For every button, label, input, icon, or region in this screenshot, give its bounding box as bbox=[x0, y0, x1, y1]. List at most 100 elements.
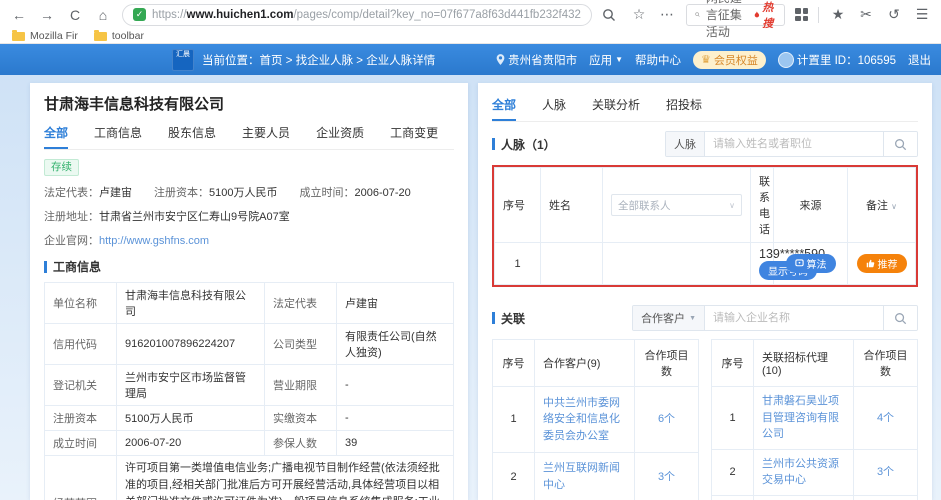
tab-business-info[interactable]: 工商信息 bbox=[94, 121, 142, 149]
bookmark-folder-toolbar[interactable]: toolbar bbox=[93, 29, 144, 42]
back-icon[interactable]: ← bbox=[10, 7, 28, 23]
tab-shareholders[interactable]: 股东信息 bbox=[168, 121, 216, 149]
apps-grid-icon[interactable] bbox=[795, 8, 809, 21]
section-business-info: 工商信息 bbox=[44, 258, 454, 275]
chevron-down-icon: ▼ bbox=[615, 55, 624, 64]
bidding-agents-table: 序号 关联招标代理(10) 合作项目数 1 甘肃磐石昊业项目管理咨询有限公司 4个 … bbox=[711, 339, 918, 500]
company-address-line: 注册地址：甘肃省兰州市安宁区仁寿山9号院A07室 bbox=[44, 211, 290, 223]
bookmarks-bar: Mozilla Fir toolbar bbox=[0, 29, 941, 44]
location-selector[interactable]: 贵州省贵阳市 bbox=[496, 52, 577, 68]
quick-search-box[interactable]: 网民建言征集活动 热搜 bbox=[686, 0, 786, 39]
tab-bidding[interactable]: 招投标 bbox=[666, 93, 702, 121]
avatar bbox=[777, 51, 794, 68]
assoc-search-prefix[interactable]: 合作客户 ▼ bbox=[633, 306, 705, 330]
company-summary-line: 法定代表：卢建宙 注册资本：5100万人民币 成立时间：2006-07-20 bbox=[44, 187, 411, 199]
table-row: 2 兰州市公共资源交易中心 3个 bbox=[711, 448, 918, 496]
table-row: 成立时间 2006-07-20 参保人数 39 bbox=[44, 430, 454, 456]
user-id-text: 计置里 ID：106595 bbox=[796, 54, 896, 67]
undo-icon[interactable]: ↺ bbox=[885, 6, 903, 23]
user-account[interactable]: 计置里 ID：106595 bbox=[777, 51, 896, 68]
source-badge: 算法 bbox=[785, 254, 836, 273]
contact-filter-dropdown[interactable]: 全部联系人 ∨ bbox=[611, 194, 742, 216]
assoc-tables: 序号 合作客户(9) 合作项目数 1 中共兰州市委网络安全和信息化委员会办公室 6个… bbox=[492, 339, 918, 500]
scissors-icon[interactable]: ✂ bbox=[857, 6, 875, 23]
contacts-search-prefix[interactable]: 人脉 bbox=[666, 132, 705, 156]
project-count-link[interactable]: 3个 bbox=[634, 452, 699, 500]
url-text: https://www.huichen1.com/pages/comp/deta… bbox=[152, 8, 581, 21]
bookmark-star-icon[interactable]: ☆ bbox=[630, 6, 648, 23]
company-link[interactable]: 兰州互联网新闻中心 bbox=[534, 452, 635, 500]
address-bar[interactable]: ✓ https://www.huichen1.com/pages/comp/de… bbox=[122, 3, 592, 26]
company-link[interactable]: 甘肃金佰阳项目管理有限公司 bbox=[753, 494, 854, 500]
recommend-badge: 推荐 bbox=[856, 254, 907, 273]
favorite-add-icon[interactable]: ★ bbox=[829, 6, 847, 23]
assoc-search-button[interactable] bbox=[883, 306, 917, 330]
menu-icon[interactable]: ☰ bbox=[913, 6, 931, 23]
vip-benefits-button[interactable]: ♛ 会员权益 bbox=[693, 50, 766, 69]
website-link[interactable]: http://www.gshfns.com bbox=[99, 235, 209, 247]
company-link[interactable]: 中共兰州市委网络安全和信息化委员会办公室 bbox=[534, 385, 635, 454]
section-assoc-title: 关联 bbox=[492, 310, 525, 327]
bookmark-folder-mozilla[interactable]: Mozilla Fir bbox=[12, 29, 78, 42]
company-detail-panel: 甘肃海丰信息科技有限公司 全部 工商信息 股东信息 主要人员 企业资质 工商变更… bbox=[30, 83, 468, 500]
site-logo[interactable]: 汇晨 bbox=[172, 48, 194, 71]
company-link[interactable]: 甘肃磐石昊业项目管理咨询有限公司 bbox=[753, 386, 854, 450]
hot-search-badge: 热搜 bbox=[754, 0, 776, 31]
tab-changes[interactable]: 工商变更 bbox=[390, 121, 438, 149]
logout-link[interactable]: 退出 bbox=[908, 52, 931, 68]
tab-all-relations[interactable]: 全部 bbox=[492, 93, 517, 121]
assoc-search-input[interactable] bbox=[705, 306, 883, 330]
contacts-search-input[interactable] bbox=[705, 132, 883, 156]
security-shield-icon[interactable]: ✓ bbox=[133, 8, 146, 21]
table-row-scope: 经营范围 许可项目第一类增值电信业务;广播电视节目制作经营(依法须经批准的项目,… bbox=[44, 454, 454, 500]
company-website-line: 企业官网：http://www.gshfns.com bbox=[44, 235, 210, 247]
help-center-link[interactable]: 帮助中心 bbox=[635, 52, 681, 68]
contacts-section-header: 人脉（1） 人脉 bbox=[492, 131, 918, 157]
apps-menu[interactable]: 应用 ▼ bbox=[589, 52, 623, 68]
status-badge: 存续 bbox=[44, 159, 79, 176]
zoom-icon[interactable] bbox=[602, 8, 620, 22]
address-value: 甘肃省兰州市安宁区仁寿山9号院A07室 bbox=[99, 211, 290, 223]
search-icon bbox=[895, 312, 907, 324]
project-count-link[interactable]: 4个 bbox=[853, 386, 918, 450]
contacts-table-annotation-box: 序号 姓名 全部联系人 ∨ 联系电话 来源 备注 ∨ 1 显示号码 算法 推荐 bbox=[492, 165, 918, 287]
page-title: 甘肃海丰信息科技有限公司 bbox=[44, 96, 225, 113]
table-header-row: 序号 合作客户(9) 合作项目数 bbox=[492, 339, 699, 387]
business-info-table: 单位名称 甘肃海丰信息科技有限公司 法定代表 卢建宙 信用代码 91620100… bbox=[44, 282, 454, 500]
table-header-row: 序号 姓名 全部联系人 ∨ 联系电话 来源 备注 ∨ bbox=[494, 167, 916, 243]
thumbs-up-icon bbox=[866, 259, 874, 268]
table-row: 登记机关 兰州市安宁区市场监督管理局 营业期限 - bbox=[44, 364, 454, 406]
tab-relation-analysis[interactable]: 关联分析 bbox=[592, 93, 640, 121]
project-count-link[interactable]: 3个 bbox=[853, 448, 918, 496]
breadcrumb: 当前位置：首页 > 找企业人脉 > 企业人脉详情 bbox=[202, 54, 436, 67]
location-pin-icon bbox=[496, 54, 505, 65]
founded-date-value: 2006-07-20 bbox=[354, 187, 411, 199]
page-content: 甘肃海丰信息科技有限公司 全部 工商信息 股东信息 主要人员 企业资质 工商变更… bbox=[0, 75, 941, 500]
table-row: 信用代码 916201007896224207 公司类型 有限责任公司(自然人独… bbox=[44, 323, 454, 365]
tab-all[interactable]: 全部 bbox=[44, 121, 69, 149]
browser-toolbar: ← → C ⌂ ✓ https://www.huichen1.com/pages… bbox=[0, 0, 941, 39]
contacts-searchbox: 人脉 bbox=[665, 131, 918, 157]
tab-contacts[interactable]: 人脉 bbox=[542, 93, 566, 121]
reg-capital-value: 5100万人民币 bbox=[209, 187, 278, 199]
table-row: 3甘肃金佰阳项目管理有限公司3个 bbox=[711, 494, 918, 500]
chevron-down-icon[interactable]: ∨ bbox=[891, 202, 897, 211]
search-icon bbox=[695, 12, 700, 17]
chevron-down-icon: ▼ bbox=[689, 314, 696, 322]
table-row: 注册资本 5100万人民币 实缴资本 - bbox=[44, 405, 454, 431]
forward-icon[interactable]: → bbox=[38, 7, 56, 23]
more-options-icon[interactable]: ⋯ bbox=[658, 6, 676, 23]
table-row: 2 兰州互联网新闻中心 3个 bbox=[492, 452, 699, 500]
reload-icon[interactable]: C bbox=[66, 7, 84, 23]
home-icon[interactable]: ⌂ bbox=[94, 7, 112, 23]
chevron-down-icon: ∨ bbox=[729, 200, 735, 210]
tab-qualifications[interactable]: 企业资质 bbox=[316, 121, 364, 149]
contacts-search-button[interactable] bbox=[883, 132, 917, 156]
table-row: 1 中共兰州市委网络安全和信息化委员会办公室 6个 bbox=[492, 385, 699, 454]
company-link[interactable]: 兰州市公共资源交易中心 bbox=[753, 448, 854, 496]
relations-tabs: 全部 人脉 关联分析 招投标 bbox=[492, 93, 918, 122]
project-count-link[interactable]: 6个 bbox=[634, 385, 699, 454]
contacts-table: 序号 姓名 全部联系人 ∨ 联系电话 来源 备注 ∨ 1 显示号码 算法 推荐 bbox=[494, 167, 916, 285]
project-count-link[interactable]: 3个 bbox=[853, 494, 918, 500]
tab-key-people[interactable]: 主要人员 bbox=[242, 121, 290, 149]
